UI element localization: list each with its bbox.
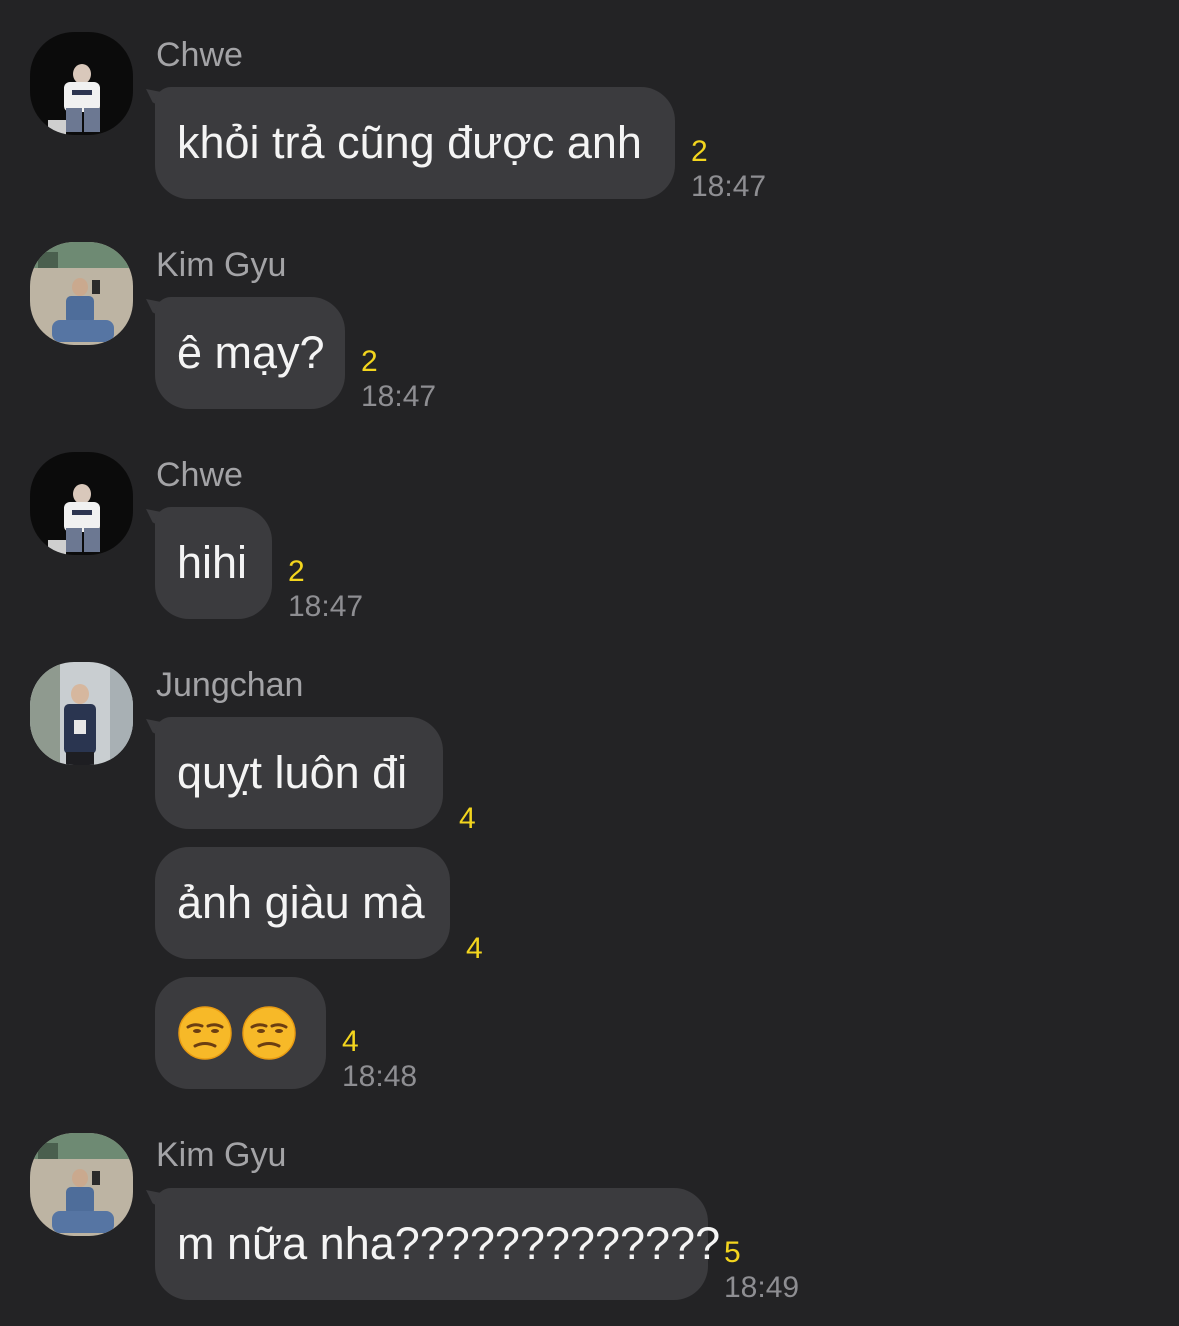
message-bubble[interactable]	[155, 977, 326, 1089]
message-meta: 2 18:47	[288, 555, 363, 625]
message-text: ảnh giàu mà	[177, 877, 425, 928]
message-meta: 2 18:47	[691, 135, 766, 205]
unread-count: 5	[724, 1236, 741, 1269]
timestamp: 18:47	[288, 590, 364, 623]
avatar-chwe[interactable]	[30, 452, 133, 555]
sender-name: Jungchan	[156, 666, 304, 704]
message-text: quỵt luôn đi	[177, 747, 408, 798]
timestamp: 18:47	[361, 380, 437, 413]
avatar-chwe[interactable]	[30, 32, 133, 135]
message-text: khỏi trả cũng được anh	[177, 117, 642, 168]
message-bubble[interactable]: hihi	[155, 507, 272, 619]
unread-count: 4	[342, 1025, 359, 1058]
sender-name: Chwe	[156, 36, 243, 74]
chat-message-list: Chwe khỏi trả cũng được anh 2 18:47 Kim …	[0, 0, 1179, 1326]
unamused-face-emoji	[178, 1006, 232, 1060]
unread-count: 2	[288, 555, 305, 588]
message-meta: 2 18:47	[361, 345, 436, 415]
message-meta: 4	[459, 802, 476, 836]
emoji-group	[177, 1005, 297, 1061]
avatar-kim-gyu[interactable]	[30, 242, 133, 345]
message-text: ê mạy?	[177, 327, 325, 378]
sender-name: Chwe	[156, 456, 243, 494]
avatar-jungchan[interactable]	[30, 662, 133, 765]
unread-count: 4	[466, 932, 483, 965]
message-text: hihi	[177, 537, 248, 588]
unread-count: 4	[459, 802, 476, 835]
message-bubble[interactable]: ảnh giàu mà	[155, 847, 450, 959]
message-text: m nữa nha?????????????	[177, 1218, 721, 1269]
message-meta: 4	[466, 932, 483, 966]
sender-name: Kim Gyu	[156, 246, 287, 284]
timestamp: 18:47	[691, 170, 767, 203]
message-bubble[interactable]: m nữa nha?????????????	[155, 1188, 720, 1300]
timestamp: 18:48	[342, 1060, 418, 1093]
message-meta: 5 18:49	[724, 1236, 799, 1306]
message-bubble[interactable]: khỏi trả cũng được anh	[155, 87, 675, 199]
timestamp: 18:49	[724, 1271, 800, 1304]
unread-count: 2	[361, 345, 378, 378]
avatar-kim-gyu[interactable]	[30, 1133, 133, 1236]
sender-name: Kim Gyu	[156, 1136, 287, 1174]
unread-count: 2	[691, 135, 708, 168]
unamused-face-emoji	[242, 1006, 296, 1060]
message-bubble[interactable]: quỵt luôn đi	[155, 717, 443, 829]
message-meta: 4 18:48	[342, 1025, 417, 1095]
message-bubble[interactable]: ê mạy?	[155, 297, 345, 409]
